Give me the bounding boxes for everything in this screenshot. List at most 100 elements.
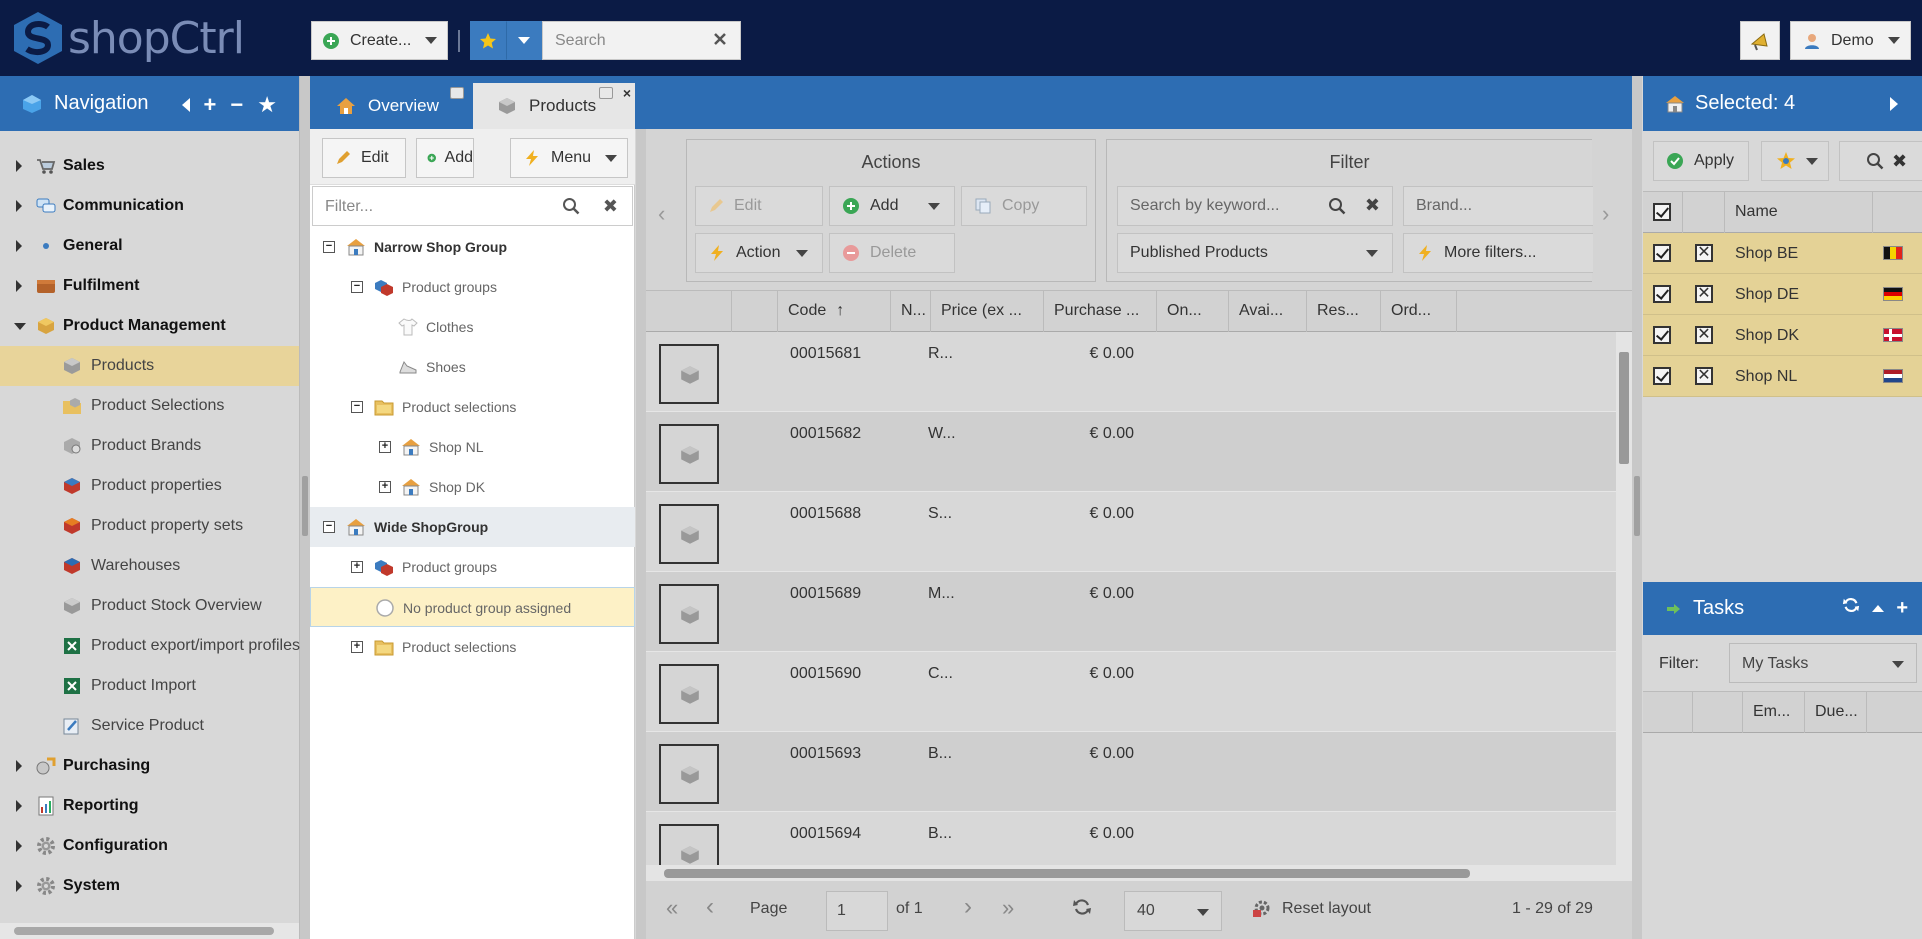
column-header[interactable]: Avai... bbox=[1229, 291, 1307, 332]
column-header[interactable]: Res... bbox=[1307, 291, 1381, 332]
column-header[interactable]: Code ↑ bbox=[778, 291, 891, 332]
grid-add-button[interactable]: Add bbox=[829, 186, 955, 226]
collapse-node-icon[interactable]: − bbox=[323, 521, 335, 533]
favorites-dropdown-button[interactable] bbox=[506, 21, 542, 60]
right-panel-splitter[interactable] bbox=[1632, 76, 1642, 939]
toolbar-scroll-right-icon[interactable]: › bbox=[1602, 201, 1616, 226]
sidebar-item-purchasing[interactable]: Purchasing bbox=[0, 746, 299, 786]
tree-node[interactable]: − Product selections bbox=[310, 387, 635, 427]
tasks-column-header[interactable]: Due... bbox=[1805, 692, 1867, 733]
sidebar-item-product-property-sets[interactable]: Product property sets bbox=[0, 506, 299, 546]
tasks-column-header[interactable] bbox=[1643, 692, 1693, 733]
clear-keyword-icon[interactable]: ✖ bbox=[1365, 195, 1380, 216]
close-tab-icon[interactable]: × bbox=[623, 85, 631, 101]
product-thumbnail[interactable] bbox=[659, 664, 719, 724]
sidebar-item-product-import[interactable]: Product Import bbox=[0, 666, 299, 706]
navigation-horizontal-scrollbar[interactable] bbox=[0, 923, 299, 939]
chevron-down-icon[interactable] bbox=[14, 323, 26, 330]
published-products-select[interactable]: Published Products bbox=[1117, 233, 1393, 273]
shop-checkbox[interactable] bbox=[1653, 244, 1671, 262]
search-icon[interactable] bbox=[562, 197, 580, 220]
sidebar-item-service-product[interactable]: Service Product bbox=[0, 706, 299, 746]
tasks-column-header[interactable]: Em... bbox=[1743, 692, 1805, 733]
chevron-right-icon[interactable] bbox=[16, 200, 22, 212]
grid-horizontal-scrollbar[interactable] bbox=[646, 865, 1632, 881]
tree-edit-button[interactable]: Edit bbox=[322, 138, 406, 178]
sidebar-item-products[interactable]: Products bbox=[0, 346, 299, 386]
tasks-filter-select[interactable]: My Tasks bbox=[1729, 643, 1917, 683]
sidebar-item-product-stock-overview[interactable]: Product Stock Overview bbox=[0, 586, 299, 626]
sidebar-item-configuration[interactable]: Configuration bbox=[0, 826, 299, 866]
grid-vertical-scrollbar[interactable] bbox=[1616, 332, 1632, 865]
tab-overview[interactable]: Overview bbox=[310, 83, 472, 129]
tab-products[interactable]: Products × bbox=[473, 83, 635, 129]
previous-page-icon[interactable]: ‹ bbox=[706, 893, 714, 921]
expand-node-icon[interactable]: + bbox=[351, 641, 363, 653]
chevron-right-icon[interactable] bbox=[16, 800, 22, 812]
tree-node[interactable]: − Wide ShopGroup bbox=[310, 507, 635, 547]
table-row[interactable]: 00015690 C... € 0.00 bbox=[646, 652, 1616, 732]
grid-copy-button[interactable]: Copy bbox=[961, 186, 1087, 226]
sidebar-item-product-export-import-profiles[interactable]: Product export/import profiles bbox=[0, 626, 300, 666]
selection-favorites-button[interactable] bbox=[1761, 141, 1829, 181]
sidebar-item-product-brands[interactable]: Product Brands bbox=[0, 426, 299, 466]
search-icon[interactable] bbox=[1328, 197, 1346, 220]
tree-menu-button[interactable]: Menu bbox=[510, 138, 628, 178]
sidebar-item-communication[interactable]: Communication bbox=[0, 186, 299, 226]
remove-shop-icon[interactable]: ✕ bbox=[1695, 285, 1713, 303]
column-header[interactable] bbox=[732, 291, 778, 332]
expand-all-icon[interactable]: + bbox=[204, 92, 217, 118]
grid-edit-button[interactable]: Edit bbox=[695, 186, 823, 226]
sidebar-item-system[interactable]: System bbox=[0, 866, 299, 906]
column-header[interactable]: N... bbox=[891, 291, 931, 332]
tree-splitter[interactable] bbox=[636, 129, 646, 939]
selected-shop-row[interactable]: ✕ Shop DE bbox=[1643, 274, 1922, 315]
last-page-icon[interactable]: » bbox=[1002, 895, 1014, 921]
add-task-icon[interactable]: + bbox=[1896, 597, 1908, 620]
collapse-node-icon[interactable]: − bbox=[323, 241, 335, 253]
keyword-search-input[interactable]: Search by keyword... ✖ bbox=[1117, 186, 1393, 226]
tree-node[interactable]: + Product selections bbox=[310, 627, 635, 667]
create-button[interactable]: Create... bbox=[311, 21, 448, 60]
collapse-left-icon[interactable] bbox=[181, 98, 190, 112]
collapse-all-icon[interactable]: − bbox=[230, 92, 243, 118]
reset-layout-button[interactable]: Reset layout bbox=[1282, 900, 1371, 918]
tree-node[interactable]: No product group assigned bbox=[310, 587, 635, 627]
notifications-button[interactable] bbox=[1740, 21, 1780, 60]
column-header[interactable]: On... bbox=[1157, 291, 1229, 332]
collapse-tasks-icon[interactable] bbox=[1872, 604, 1885, 612]
brand-filter-input[interactable]: Brand... bbox=[1403, 186, 1593, 226]
select-all-header[interactable] bbox=[1643, 192, 1683, 233]
chevron-right-icon[interactable] bbox=[16, 760, 22, 772]
sidebar-item-general[interactable]: General bbox=[0, 226, 299, 266]
user-menu-button[interactable]: Demo bbox=[1790, 21, 1911, 60]
selected-shop-row[interactable]: ✕ Shop DK bbox=[1643, 315, 1922, 356]
tree-node[interactable]: + Product groups bbox=[310, 547, 635, 587]
expand-node-icon[interactable]: + bbox=[379, 481, 391, 493]
tree-filter-input[interactable]: Filter... ✖ bbox=[312, 186, 633, 226]
chevron-right-icon[interactable] bbox=[16, 280, 22, 292]
column-header[interactable] bbox=[646, 291, 732, 332]
favorites-button[interactable] bbox=[470, 21, 506, 60]
column-header[interactable]: Ord... bbox=[1381, 291, 1457, 332]
table-row[interactable]: 00015689 M... € 0.00 bbox=[646, 572, 1616, 652]
selection-search-button[interactable]: ✖ bbox=[1839, 141, 1922, 181]
tab-menu-icon[interactable] bbox=[599, 87, 613, 99]
global-search-input[interactable]: Search bbox=[542, 21, 741, 60]
collapse-node-icon[interactable]: − bbox=[351, 281, 363, 293]
select-all-checkbox[interactable] bbox=[1653, 203, 1671, 221]
toolbar-scroll-left-icon[interactable]: ‹ bbox=[658, 201, 672, 226]
column-header[interactable]: Price (ex ... bbox=[931, 291, 1044, 332]
clear-filter-icon[interactable]: ✖ bbox=[603, 196, 618, 217]
sidebar-item-fulfilment[interactable]: Fulfilment bbox=[0, 266, 299, 306]
remove-shop-icon[interactable]: ✕ bbox=[1695, 367, 1713, 385]
grid-delete-button[interactable]: Delete bbox=[829, 233, 955, 273]
table-row[interactable]: 00015688 S... € 0.00 bbox=[646, 492, 1616, 572]
first-page-icon[interactable]: « bbox=[666, 895, 678, 921]
chevron-right-icon[interactable] bbox=[16, 880, 22, 892]
shop-checkbox[interactable] bbox=[1653, 285, 1671, 303]
selected-shop-row[interactable]: ✕ Shop BE bbox=[1643, 233, 1922, 274]
sidebar-item-product-properties[interactable]: Product properties bbox=[0, 466, 299, 506]
collapse-node-icon[interactable]: − bbox=[351, 401, 363, 413]
product-thumbnail[interactable] bbox=[659, 584, 719, 644]
